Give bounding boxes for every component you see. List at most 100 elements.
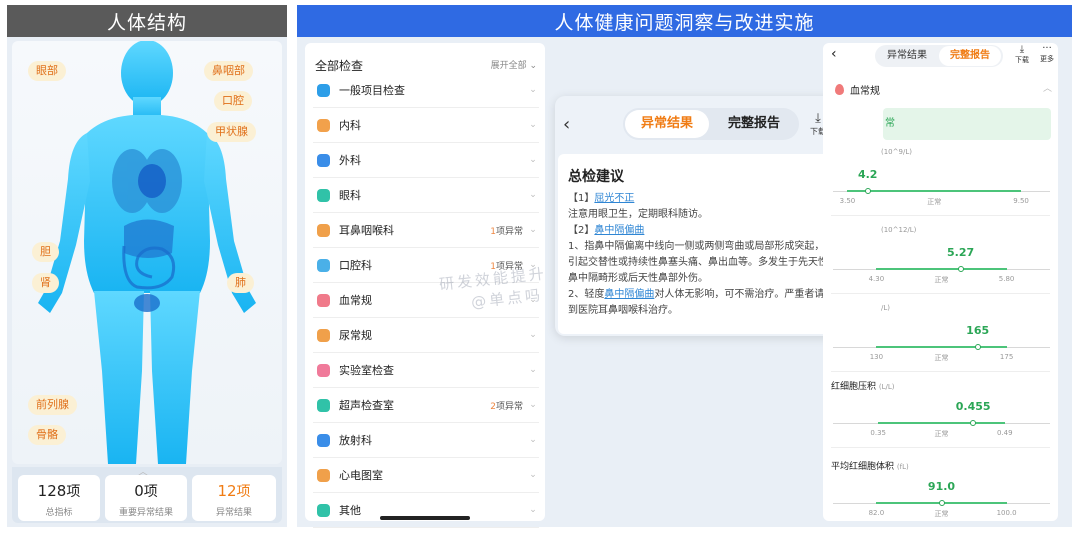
- back-chevron-icon[interactable]: ‹: [563, 114, 570, 135]
- checkup-row-label: 实验室检查: [339, 364, 394, 377]
- advice-text: 【2】: [568, 225, 595, 236]
- stat-critical[interactable]: 0项 重要异常结果: [105, 475, 187, 521]
- checkup-row[interactable]: 放射科 ⌄: [313, 423, 539, 458]
- checkup-row[interactable]: 耳鼻咽喉科 1项异常 ⌄: [313, 213, 539, 248]
- indicator-low: 0.35: [870, 429, 886, 437]
- results-more-button[interactable]: ··· 更多: [1036, 44, 1058, 64]
- indicator-unit: (L/L): [878, 383, 895, 391]
- category-icon: [317, 258, 330, 272]
- indicator-unit: (fL): [896, 463, 909, 471]
- indicator-value: 165: [966, 324, 990, 337]
- organ-tag-thyroid[interactable]: 甲状腺: [207, 122, 256, 142]
- chevron-down-icon: ⌄: [529, 61, 537, 71]
- chevron-down-icon: ⌄: [529, 470, 537, 480]
- indicator-value: 91.0: [927, 480, 956, 493]
- indicator-low: 130: [869, 353, 884, 361]
- stat-unit: 项: [143, 484, 158, 500]
- indicator-marker: [957, 266, 964, 272]
- organ-tag-lung[interactable]: 肺: [227, 273, 254, 293]
- indicator-value: 4.2: [857, 168, 878, 181]
- checkup-row-label: 外科: [339, 154, 361, 167]
- section-blood-routine[interactable]: 血常规: [835, 82, 880, 97]
- advice-text: 鼻中隔畸形或后天性鼻部外伤。: [568, 273, 708, 284]
- expand-all-button[interactable]: 展开全部 ⌄: [491, 58, 537, 71]
- chevron-down-icon: ⌄: [529, 400, 537, 410]
- chevron-down-icon: ⌄: [529, 190, 537, 200]
- organ-tag-mouth[interactable]: 口腔: [214, 91, 252, 111]
- more-label: 更多: [1040, 55, 1054, 63]
- diagnosis-link[interactable]: 屈光不正: [594, 193, 634, 204]
- abnormal-count: 1项异常: [490, 224, 523, 237]
- indicator-name: 平均红细胞体积 (fL): [831, 459, 909, 472]
- stat-value: 128: [37, 482, 67, 500]
- organ-tag-kidney[interactable]: 肾: [32, 273, 59, 293]
- advice-line: 1、指鼻中隔偏离中线向一侧或两侧弯曲或局部形成突起，: [568, 240, 858, 253]
- indicator-high: 175: [999, 353, 1014, 361]
- report-tabs: 异常结果 完整报告: [623, 108, 799, 140]
- checkup-row[interactable]: 一般项目检查 ⌄: [313, 73, 539, 108]
- category-icon: [317, 398, 330, 412]
- advice-line: 注意用眼卫生，定期眼科随访。: [568, 208, 858, 221]
- checkup-row-label: 尿常规: [339, 329, 372, 342]
- diagnosis-link[interactable]: 鼻中隔偏曲: [604, 289, 654, 300]
- checkup-row-label: 放射科: [339, 434, 372, 447]
- results-tabs: 异常结果 完整报告: [875, 45, 1003, 67]
- chevron-up-icon[interactable]: ︿: [1043, 81, 1052, 94]
- stat-label: 重要异常结果: [118, 508, 173, 518]
- category-icon: [317, 118, 330, 132]
- indicator-name: /L): [881, 303, 890, 313]
- results-panel: ‹ 异常结果 完整报告 ⤓ 下载 ··· 更多 血常规 ︿ 常 (10^9/L)…: [823, 43, 1058, 521]
- indicator-name: (10^9/L): [881, 147, 912, 157]
- checkup-row[interactable]: 其他 ⌄: [313, 493, 539, 528]
- right-panel-title: 人体健康问题洞察与改进实施: [297, 5, 1072, 37]
- advice-text: 对人体无影响，可不需治疗。严重者请: [654, 289, 825, 300]
- category-icon: [317, 363, 330, 377]
- tab-full-report[interactable]: 完整报告: [711, 110, 797, 138]
- indicator-high: 9.50: [1013, 197, 1029, 205]
- indicator-marker: [864, 188, 871, 194]
- advice-text: 到医院耳鼻咽喉科治疗。: [568, 305, 678, 316]
- organ-tag-nasopharynx[interactable]: 鼻咽部: [204, 61, 253, 81]
- indicator-low: 82.0: [868, 509, 885, 517]
- stat-value: 12: [217, 482, 237, 500]
- indicator-normal-label: 正常: [927, 198, 942, 206]
- stat-unit: 项: [66, 484, 81, 500]
- advice-line: 【1】屈光不正: [568, 192, 858, 205]
- checkup-row[interactable]: 外科 ⌄: [313, 143, 539, 178]
- checkup-row[interactable]: 心电图室 ⌄: [313, 458, 539, 493]
- tab-abnormal-results[interactable]: 异常结果: [625, 110, 709, 138]
- checkup-row-label: 内科: [339, 119, 361, 132]
- indicator-divider: [831, 371, 1050, 372]
- stat-abnormal[interactable]: 12项 异常结果: [192, 475, 276, 521]
- checkup-row-label: 眼科: [339, 189, 361, 202]
- organ-tag-prostate[interactable]: 前列腺: [28, 395, 77, 415]
- indicator-divider: [831, 293, 1050, 294]
- organ-tag-bone[interactable]: 骨骼: [28, 425, 66, 445]
- organ-tag-eye[interactable]: 眼部: [28, 61, 66, 81]
- results-tab-full[interactable]: 完整报告: [939, 46, 1001, 66]
- category-icon: [317, 503, 330, 517]
- checkup-row[interactable]: 实验室检查 ⌄: [313, 353, 539, 388]
- organ-tag-gallbladder[interactable]: 胆: [32, 242, 59, 262]
- advice-text: 1、指鼻中隔偏离中线向一侧或两侧弯曲或局部形成突起，: [568, 241, 825, 252]
- results-download-button[interactable]: ⤓ 下载: [1011, 44, 1033, 65]
- indicator-name-text: 平均红细胞体积: [831, 462, 895, 472]
- results-back-icon[interactable]: ‹: [831, 46, 837, 62]
- indicator-divider: [831, 215, 1050, 216]
- indicator-normal-range: [878, 422, 1005, 424]
- checkup-row-label: 心电图室: [339, 469, 383, 482]
- checkup-row[interactable]: 眼科 ⌄: [313, 178, 539, 213]
- stat-value: 0: [134, 482, 144, 500]
- checkup-row[interactable]: 尿常规 ⌄: [313, 318, 539, 353]
- results-tab-abnormal[interactable]: 异常结果: [877, 46, 937, 66]
- advice-line: 到医院耳鼻咽喉科治疗。: [568, 304, 858, 317]
- download-icon: ⤓: [1019, 44, 1025, 55]
- advice-line: 鼻中隔畸形或后天性鼻部外伤。: [568, 272, 858, 285]
- diagnosis-link[interactable]: 鼻中隔偏曲: [594, 225, 644, 236]
- checkup-row[interactable]: 内科 ⌄: [313, 108, 539, 143]
- indicator-high: 5.80: [998, 275, 1015, 283]
- checkup-row-label: 超声检查室: [339, 399, 394, 412]
- indicator-value: 5.27: [947, 246, 975, 259]
- stat-total[interactable]: 128项 总指标: [18, 475, 100, 521]
- checkup-row[interactable]: 超声检查室 2项异常 ⌄: [313, 388, 539, 423]
